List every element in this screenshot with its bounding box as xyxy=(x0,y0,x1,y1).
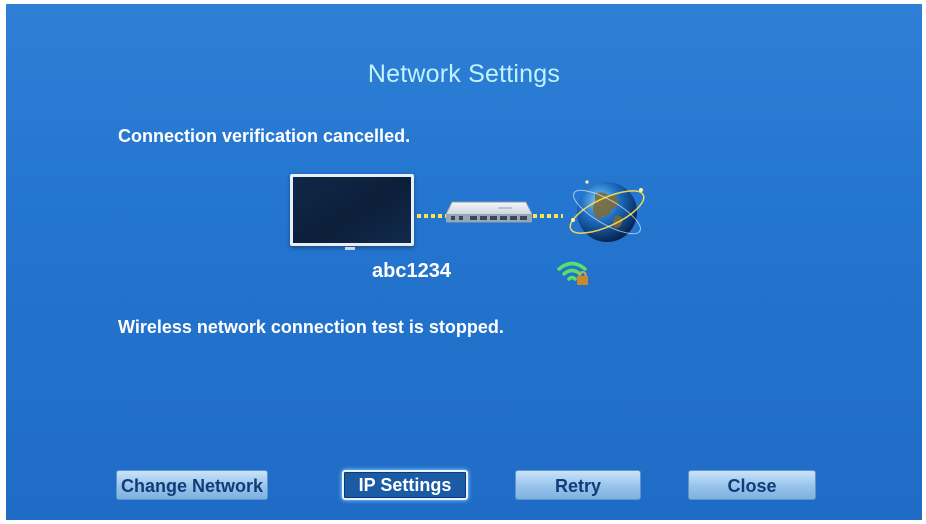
wifi-lock-icon xyxy=(557,261,588,285)
connection-dots-left xyxy=(417,214,447,218)
tv-icon xyxy=(290,174,414,250)
change-network-button[interactable]: Change Network xyxy=(116,470,268,500)
connection-dots-right xyxy=(533,214,563,218)
close-button[interactable]: Close xyxy=(688,470,816,500)
network-ssid: abc1234 xyxy=(372,260,451,282)
connection-test-message: Wireless network connection test is stop… xyxy=(118,317,504,337)
network-settings-screen: Network Settings Connection verification… xyxy=(6,4,922,520)
globe-icon xyxy=(569,180,645,242)
router-icon xyxy=(446,201,532,223)
retry-button[interactable]: Retry xyxy=(515,470,641,500)
ip-settings-button[interactable]: IP Settings xyxy=(342,470,468,500)
connection-diagram: abc1234 xyxy=(6,4,922,304)
